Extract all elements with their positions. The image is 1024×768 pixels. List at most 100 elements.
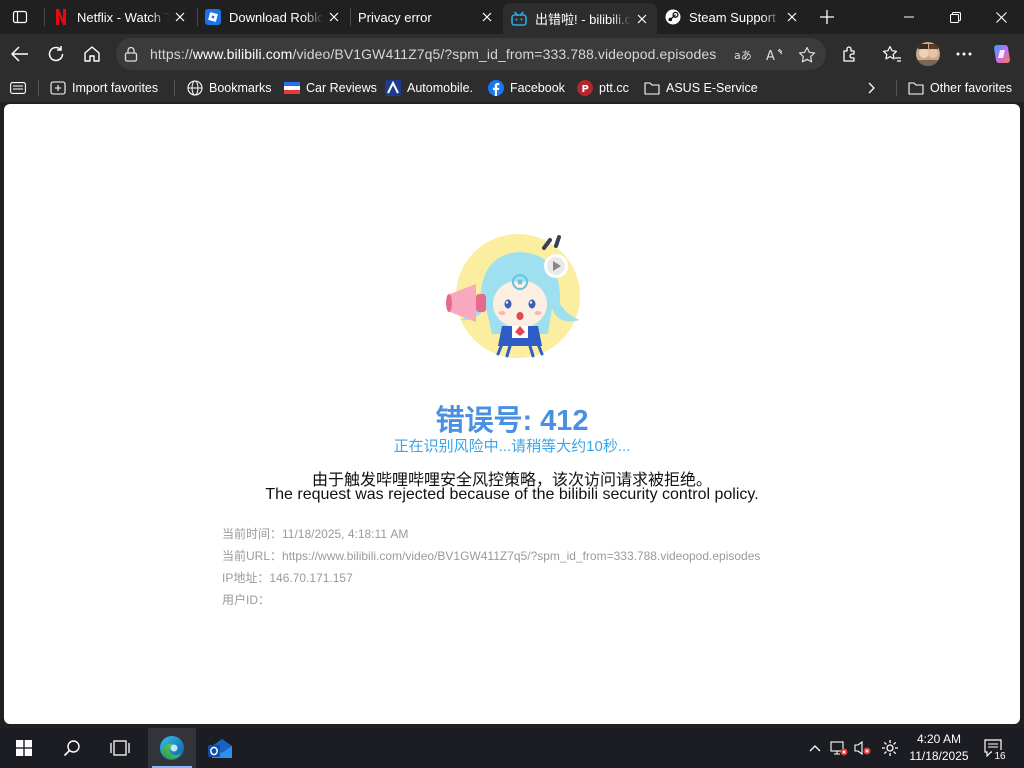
close-icon[interactable] [169, 6, 191, 28]
tab-bilibili[interactable]: 出错啦! - bilibili.com [503, 3, 657, 34]
extensions-button[interactable] [834, 38, 866, 70]
close-icon[interactable] [631, 8, 653, 30]
task-view-button[interactable] [96, 728, 144, 768]
page-content: 错误号: 412 正在识别风险中...请稍等大约10秒... 由于触发哔哩哔哩安… [4, 104, 1020, 724]
sidebar-toggle-button[interactable] [10, 78, 32, 98]
copilot-icon [994, 45, 1010, 63]
close-window-button[interactable] [978, 0, 1024, 34]
fav-label: Automobile. [407, 81, 474, 95]
volume-button[interactable] [852, 728, 874, 768]
translate-icon[interactable]: aあ [732, 44, 754, 66]
folder-icon [644, 80, 660, 96]
fav-automobile[interactable]: Automobile. [385, 78, 473, 98]
current-url-row: 当前URL：https://www.bilibili.com/video/BV1… [222, 547, 760, 564]
svg-text:aあ: aあ [734, 49, 752, 62]
chevron-right-icon [864, 80, 880, 96]
tab-steam[interactable]: Steam Support - Help [657, 3, 807, 31]
favbar-separator [896, 80, 897, 96]
home-button[interactable] [76, 38, 108, 70]
copilot-button[interactable] [986, 38, 1018, 70]
url-text[interactable]: https://www.bilibili.com/video/BV1GW411Z… [150, 46, 716, 62]
roblox-icon [205, 9, 221, 25]
close-icon[interactable] [781, 6, 803, 28]
show-hidden-icons-button[interactable] [804, 728, 826, 768]
bilibili-mascot-illustration [446, 234, 580, 358]
search-icon [63, 740, 80, 757]
ptt-icon: P [577, 80, 593, 96]
network-icon [830, 741, 848, 756]
puzzle-icon [843, 46, 855, 62]
fav-car-reviews[interactable]: Car Reviews [284, 78, 377, 98]
user-id-label: 用户ID： [222, 593, 271, 607]
taskbar-clock[interactable]: 4:20 AM 11/18/2025 [908, 731, 970, 765]
settings-more-button[interactable] [948, 38, 980, 70]
favorites-star-list-icon [882, 45, 901, 62]
restore-button[interactable] [932, 0, 978, 34]
svg-text:A: A [766, 49, 775, 62]
close-icon [995, 11, 1007, 23]
fav-bookmarks[interactable]: Bookmarks [187, 78, 272, 98]
taskbar-edge[interactable] [148, 728, 196, 768]
taskbar-outlook[interactable] [196, 728, 244, 768]
svg-text:P: P [582, 84, 589, 95]
fav-facebook[interactable]: Facebook [488, 78, 565, 98]
url-scheme: https:// [150, 46, 193, 62]
fav-label: ASUS E-Service [666, 81, 758, 95]
fav-import-favorites[interactable]: Import favorites [50, 78, 158, 98]
error-code-heading: 错误号: 412 [435, 405, 589, 437]
fav-label: ptt.cc [599, 81, 629, 95]
error-message-english: The request was rejected because of the … [265, 486, 759, 503]
refresh-button[interactable] [40, 38, 72, 70]
favorites-button[interactable] [876, 38, 908, 70]
clock-date: 11/18/2025 [909, 749, 969, 763]
flag-icon [284, 80, 300, 96]
tab-roblox[interactable]: Download Roblox [197, 3, 349, 31]
favbar-overflow-button[interactable] [864, 78, 886, 98]
tab-actions-button[interactable] [8, 5, 32, 29]
more-dots-icon [956, 52, 972, 56]
read-aloud-icon[interactable]: A [764, 44, 786, 66]
current-time-value: 11/18/2025, 4:18:11 AM [282, 527, 409, 541]
close-icon[interactable] [476, 6, 498, 28]
fav-label: Car Reviews [306, 81, 377, 95]
favbar-separator [174, 80, 175, 96]
fav-asus-e-service[interactable]: ASUS E-Service [644, 78, 758, 98]
fav-label: Bookmarks [209, 81, 272, 95]
back-button[interactable] [4, 38, 36, 70]
tab-title: Privacy error [358, 9, 432, 25]
tab-netflix[interactable]: Netflix - Watch TV Shows Online [45, 3, 195, 31]
network-status-button[interactable] [828, 728, 850, 768]
favbar-separator [38, 80, 39, 96]
settings-tray-button[interactable] [878, 728, 902, 768]
netflix-icon [53, 9, 69, 25]
chevron-up-icon [809, 745, 821, 752]
start-button[interactable] [0, 728, 48, 768]
new-tab-button[interactable] [815, 5, 839, 29]
tab-privacy-error[interactable]: Privacy error [350, 3, 502, 31]
lock-icon[interactable] [124, 46, 138, 67]
windows-taskbar: 4:20 AM 11/18/2025 [0, 728, 1024, 768]
close-icon[interactable] [323, 6, 345, 28]
ip-address-label: IP地址： [222, 571, 270, 585]
address-bar[interactable]: https://www.bilibili.com/video/BV1GW411Z… [116, 38, 826, 70]
minimize-button[interactable] [886, 0, 932, 34]
tab-title: Netflix - Watch TV Shows Online [77, 9, 169, 25]
favorite-star-icon[interactable] [796, 44, 818, 66]
fav-ptt[interactable]: P ptt.cc [577, 78, 629, 98]
tab-title: Steam Support - Help [689, 9, 781, 25]
edge-icon [160, 736, 184, 760]
fav-label: Facebook [510, 81, 565, 95]
risk-check-status: 正在识别风险中...请稍等大约10秒... [393, 438, 631, 455]
current-time-label: 当前时间： [222, 527, 283, 541]
search-button[interactable] [48, 728, 96, 768]
tab-strip: Netflix - Watch TV Shows Online Download… [0, 0, 1024, 34]
sidebar-icon [10, 80, 26, 96]
volume-muted-icon [854, 740, 871, 756]
ip-address-row: IP地址：146.70.171.157 [222, 569, 353, 586]
fav-other-favorites[interactable]: Other favorites [908, 78, 1012, 98]
steam-icon [665, 9, 681, 25]
ip-address-value: 146.70.171.157 [269, 571, 353, 585]
current-url-label: 当前URL： [222, 549, 283, 563]
profile-button[interactable] [912, 38, 944, 70]
url-host: www.bilibili.com [192, 46, 293, 62]
